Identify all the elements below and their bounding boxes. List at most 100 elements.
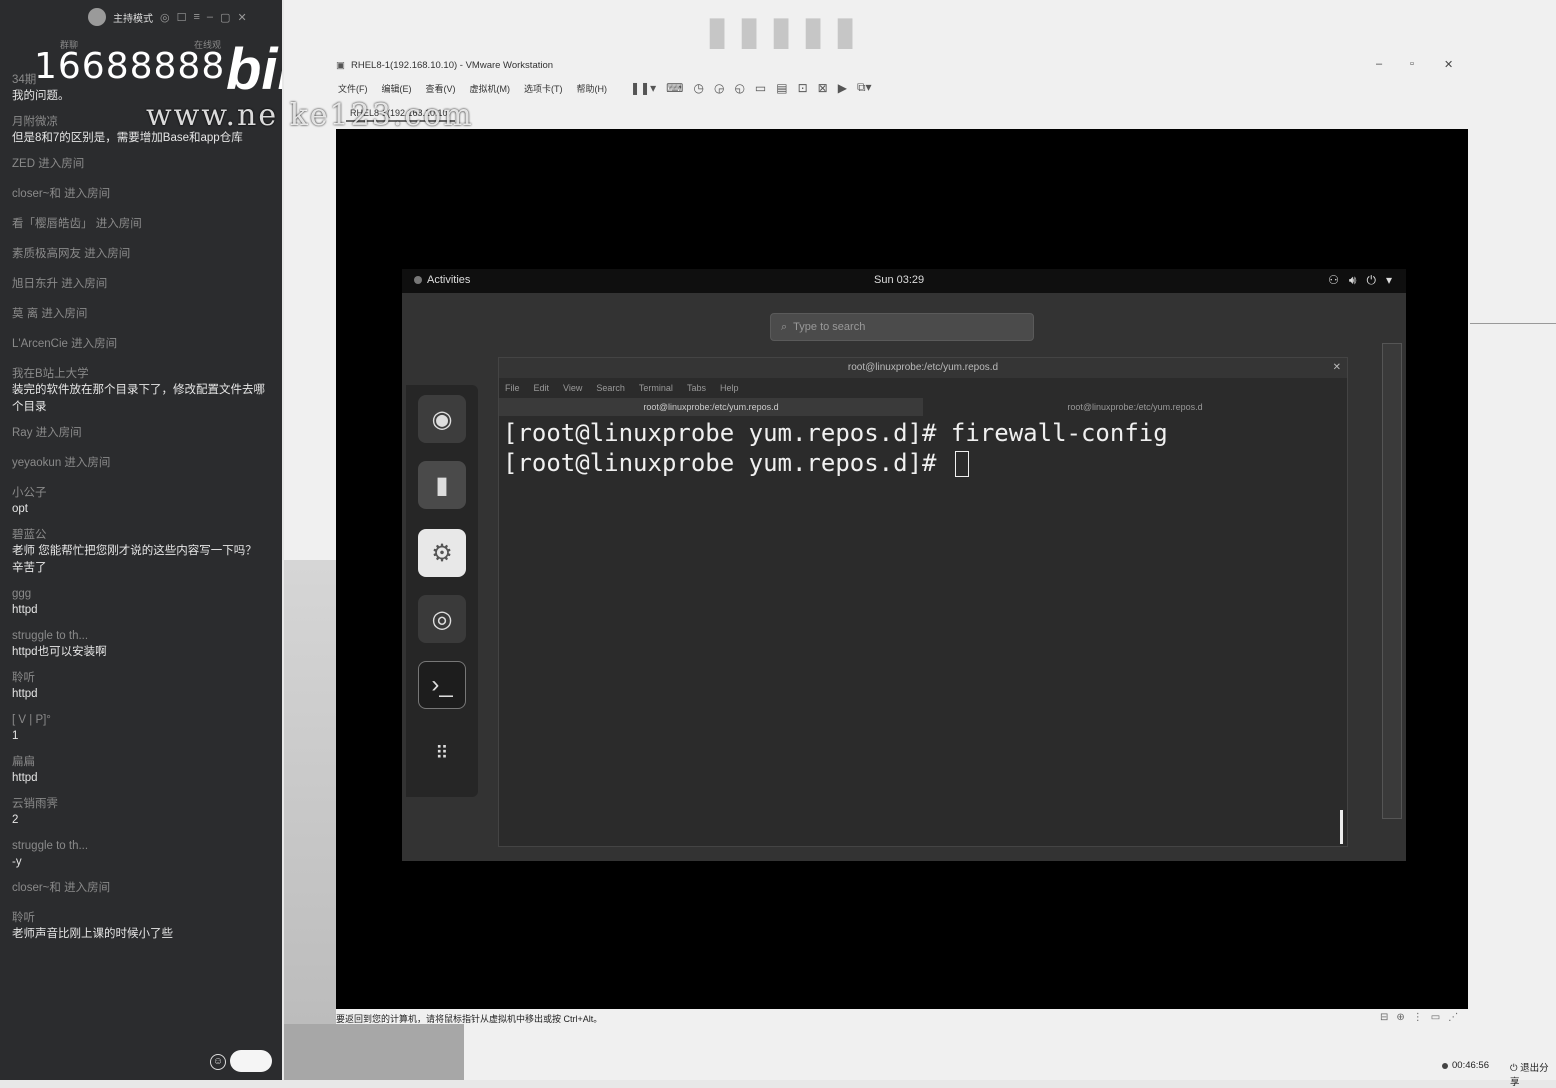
clock[interactable]: Sun 03:29 bbox=[874, 274, 924, 286]
menu-help[interactable]: Help bbox=[720, 383, 739, 393]
menu-tabs[interactable]: Tabs bbox=[687, 383, 706, 393]
emoji-icon[interactable]: ☺ bbox=[210, 1054, 226, 1070]
recording-timer: 00:46:56 bbox=[1442, 1060, 1489, 1071]
show-applications-icon[interactable]: ⠿ bbox=[418, 729, 466, 777]
close-icon[interactable]: ✕ bbox=[237, 11, 246, 24]
terminal-window[interactable]: root@linuxprobe:/etc/yum.repos.d ✕ File … bbox=[498, 357, 1348, 847]
terminal-scrollbar[interactable] bbox=[1340, 810, 1343, 844]
pause-icon[interactable]: ❚❚▾ bbox=[630, 81, 656, 95]
chat-system-message: ZED 进入房间 bbox=[12, 158, 85, 170]
chat-text: httpd bbox=[12, 688, 38, 700]
search-input[interactable]: ⌕ Type to search bbox=[770, 313, 1034, 341]
console-view-icon[interactable]: ⊡ bbox=[798, 81, 808, 95]
help-icon[interactable]: ◎ bbox=[418, 595, 466, 643]
menu-view[interactable]: 查看(V) bbox=[426, 82, 456, 95]
view-options-icon[interactable]: ⧉▾ bbox=[857, 80, 872, 95]
activities-label: Activities bbox=[427, 274, 471, 286]
menu-edit[interactable]: 编辑(E) bbox=[382, 82, 412, 95]
full-screen-icon[interactable]: ▭ bbox=[755, 81, 766, 95]
chat-username[interactable]: 我在B站上大学 bbox=[12, 366, 266, 382]
send-ctrl-alt-del-icon[interactable]: ⌨ bbox=[666, 81, 683, 95]
send-button[interactable] bbox=[230, 1050, 272, 1072]
files-icon[interactable]: ▮ bbox=[418, 461, 466, 509]
menu-vm[interactable]: 虚拟机(M) bbox=[470, 82, 511, 95]
close-icon[interactable]: ✕ bbox=[1333, 358, 1341, 378]
settings-icon[interactable]: ◎ bbox=[160, 11, 170, 24]
host-mode-label: 主持模式 bbox=[113, 13, 153, 25]
chat-username[interactable]: 云销雨霁 bbox=[12, 796, 266, 812]
terminal-line: [root@linuxprobe yum.repos.d]# firewall-… bbox=[503, 419, 1168, 447]
chat-text: -y bbox=[12, 856, 22, 868]
chat-input-bar: ☺ bbox=[0, 1050, 282, 1080]
menu-edit[interactable]: Edit bbox=[534, 383, 550, 393]
background-strip-bottom bbox=[284, 1024, 464, 1080]
software-icon[interactable]: ⚙ bbox=[418, 529, 466, 577]
menu-file[interactable]: File bbox=[505, 383, 520, 393]
chat-username[interactable]: 碧蓝公 bbox=[12, 527, 266, 543]
terminal-icon[interactable]: ▶ bbox=[838, 81, 847, 95]
activities-button[interactable]: Activities bbox=[414, 274, 470, 286]
chat-username[interactable]: struggle to th... bbox=[12, 628, 266, 644]
edit-icon[interactable]: ☐ bbox=[177, 11, 187, 24]
search-placeholder: Type to search bbox=[793, 321, 866, 333]
stretch-icon[interactable]: ⊠ bbox=[818, 81, 828, 95]
chat-username[interactable]: 小公子 bbox=[12, 485, 266, 501]
snapshot-icon[interactable]: ◷ bbox=[693, 81, 703, 95]
chat-username[interactable]: 扁扁 bbox=[12, 754, 266, 770]
menu-terminal[interactable]: Terminal bbox=[639, 383, 673, 393]
terminal-app-icon[interactable]: ›_ bbox=[418, 661, 466, 709]
search-icon: ⌕ bbox=[781, 320, 788, 333]
chat-username[interactable]: [ V | P]° bbox=[12, 712, 266, 728]
chat-username[interactable]: ggg bbox=[12, 586, 266, 602]
restore-icon[interactable]: ▢ bbox=[220, 11, 230, 24]
chat-system-message: 素质极高网友 进入房间 bbox=[12, 248, 131, 260]
terminal-tab-1[interactable]: root@linuxprobe:/etc/yum.repos.d bbox=[499, 398, 923, 416]
menu-view[interactable]: View bbox=[563, 383, 582, 393]
window-close-button[interactable]: ✕ bbox=[1444, 58, 1453, 71]
workspace-thumbnail[interactable] bbox=[1382, 343, 1402, 819]
network-adapter-icon[interactable]: ⊕ bbox=[1396, 1012, 1404, 1023]
gnome-desktop: Activities Sun 03:29 ⚇ 🔊︎ ⏻ ▾ ⌕ Type to … bbox=[402, 269, 1406, 861]
unity-icon[interactable]: ▤ bbox=[776, 81, 787, 95]
display-icon[interactable]: ▭ bbox=[1431, 1012, 1440, 1023]
chat-message: 碧蓝公 老师 您能帮忙把您刚才说的这些内容写一下吗？ 辛苦了 bbox=[12, 527, 266, 577]
menu-tabs[interactable]: 选项卡(T) bbox=[524, 82, 563, 95]
hdd-icon[interactable]: ⊟ bbox=[1380, 1012, 1388, 1023]
chat-message: ggg httpd bbox=[12, 586, 266, 619]
exit-share-button[interactable]: ⏻ 退出分享 bbox=[1510, 1060, 1556, 1088]
menu-help[interactable]: 帮助(H) bbox=[577, 82, 608, 95]
menu-file[interactable]: 文件(F) bbox=[338, 82, 368, 95]
menu-search[interactable]: Search bbox=[596, 383, 625, 393]
menu-icon[interactable]: ≡ bbox=[193, 11, 199, 23]
chat-username[interactable]: struggle to th... bbox=[12, 838, 266, 854]
minimize-icon[interactable]: – bbox=[207, 11, 213, 23]
terminal-tab-2[interactable]: root@linuxprobe:/etc/yum.repos.d bbox=[923, 398, 1347, 416]
chat-text: 装完的软件放在那个目录下了，修改配置文件去哪个目录 bbox=[12, 384, 265, 413]
vm-display[interactable]: Activities Sun 03:29 ⚇ 🔊︎ ⏻ ▾ ⌕ Type to … bbox=[336, 129, 1468, 1009]
snapshot-manager-icon[interactable]: ◵ bbox=[734, 81, 744, 95]
chat-username[interactable]: 聆听 bbox=[12, 910, 266, 926]
window-minimize-button[interactable]: – bbox=[1376, 58, 1382, 70]
status-icons: ⊟ ⊕ ⋮ ▭ ⋰ bbox=[1380, 1012, 1458, 1023]
chat-message: 小公子 opt bbox=[12, 485, 266, 518]
host-avatar[interactable] bbox=[88, 8, 106, 26]
chat-system-message: L'ArcenCie 进入房间 bbox=[12, 338, 118, 350]
chat-text: 老师声音比刚上课的时候小了些 bbox=[12, 928, 173, 940]
chat-system-message: 看「樱唇皓齿」 进入房间 bbox=[12, 218, 142, 230]
window-maximize-button[interactable]: ▫ bbox=[1410, 58, 1414, 70]
terminal-output[interactable]: [root@linuxprobe yum.repos.d]# firewall-… bbox=[499, 416, 1347, 480]
revert-snapshot-icon[interactable]: ◶ bbox=[714, 81, 724, 95]
chat-message: 我在B站上大学装完的软件放在那个目录下了，修改配置文件去哪个目录 bbox=[12, 366, 266, 416]
usb-icon[interactable]: ⋮ bbox=[1413, 1012, 1423, 1023]
firefox-icon[interactable]: ◉ bbox=[418, 395, 466, 443]
resize-grip-icon[interactable]: ⋰ bbox=[1448, 1012, 1458, 1023]
system-tray[interactable]: ⚇ 🔊︎ ⏻ ▾ bbox=[1328, 273, 1392, 288]
chat-username[interactable]: 聆听 bbox=[12, 670, 266, 686]
chat-message: 云销雨霁 2 bbox=[12, 796, 266, 829]
terminal-line: [root@linuxprobe yum.repos.d]# bbox=[503, 448, 1343, 478]
chat-text: httpd也可以安装啊 bbox=[12, 646, 107, 658]
network-icon: ⚇ bbox=[1328, 273, 1339, 287]
terminal-tabs: root@linuxprobe:/etc/yum.repos.d root@li… bbox=[499, 398, 1347, 416]
chat-system-message: closer~和 进入房间 bbox=[12, 882, 111, 894]
live-chat-panel: 主持模式 ◎ ☐ ≡ – ▢ ✕ 群聊 在线观 34期 我的问题。 月附微凉 但是8和… bbox=[0, 0, 282, 1080]
